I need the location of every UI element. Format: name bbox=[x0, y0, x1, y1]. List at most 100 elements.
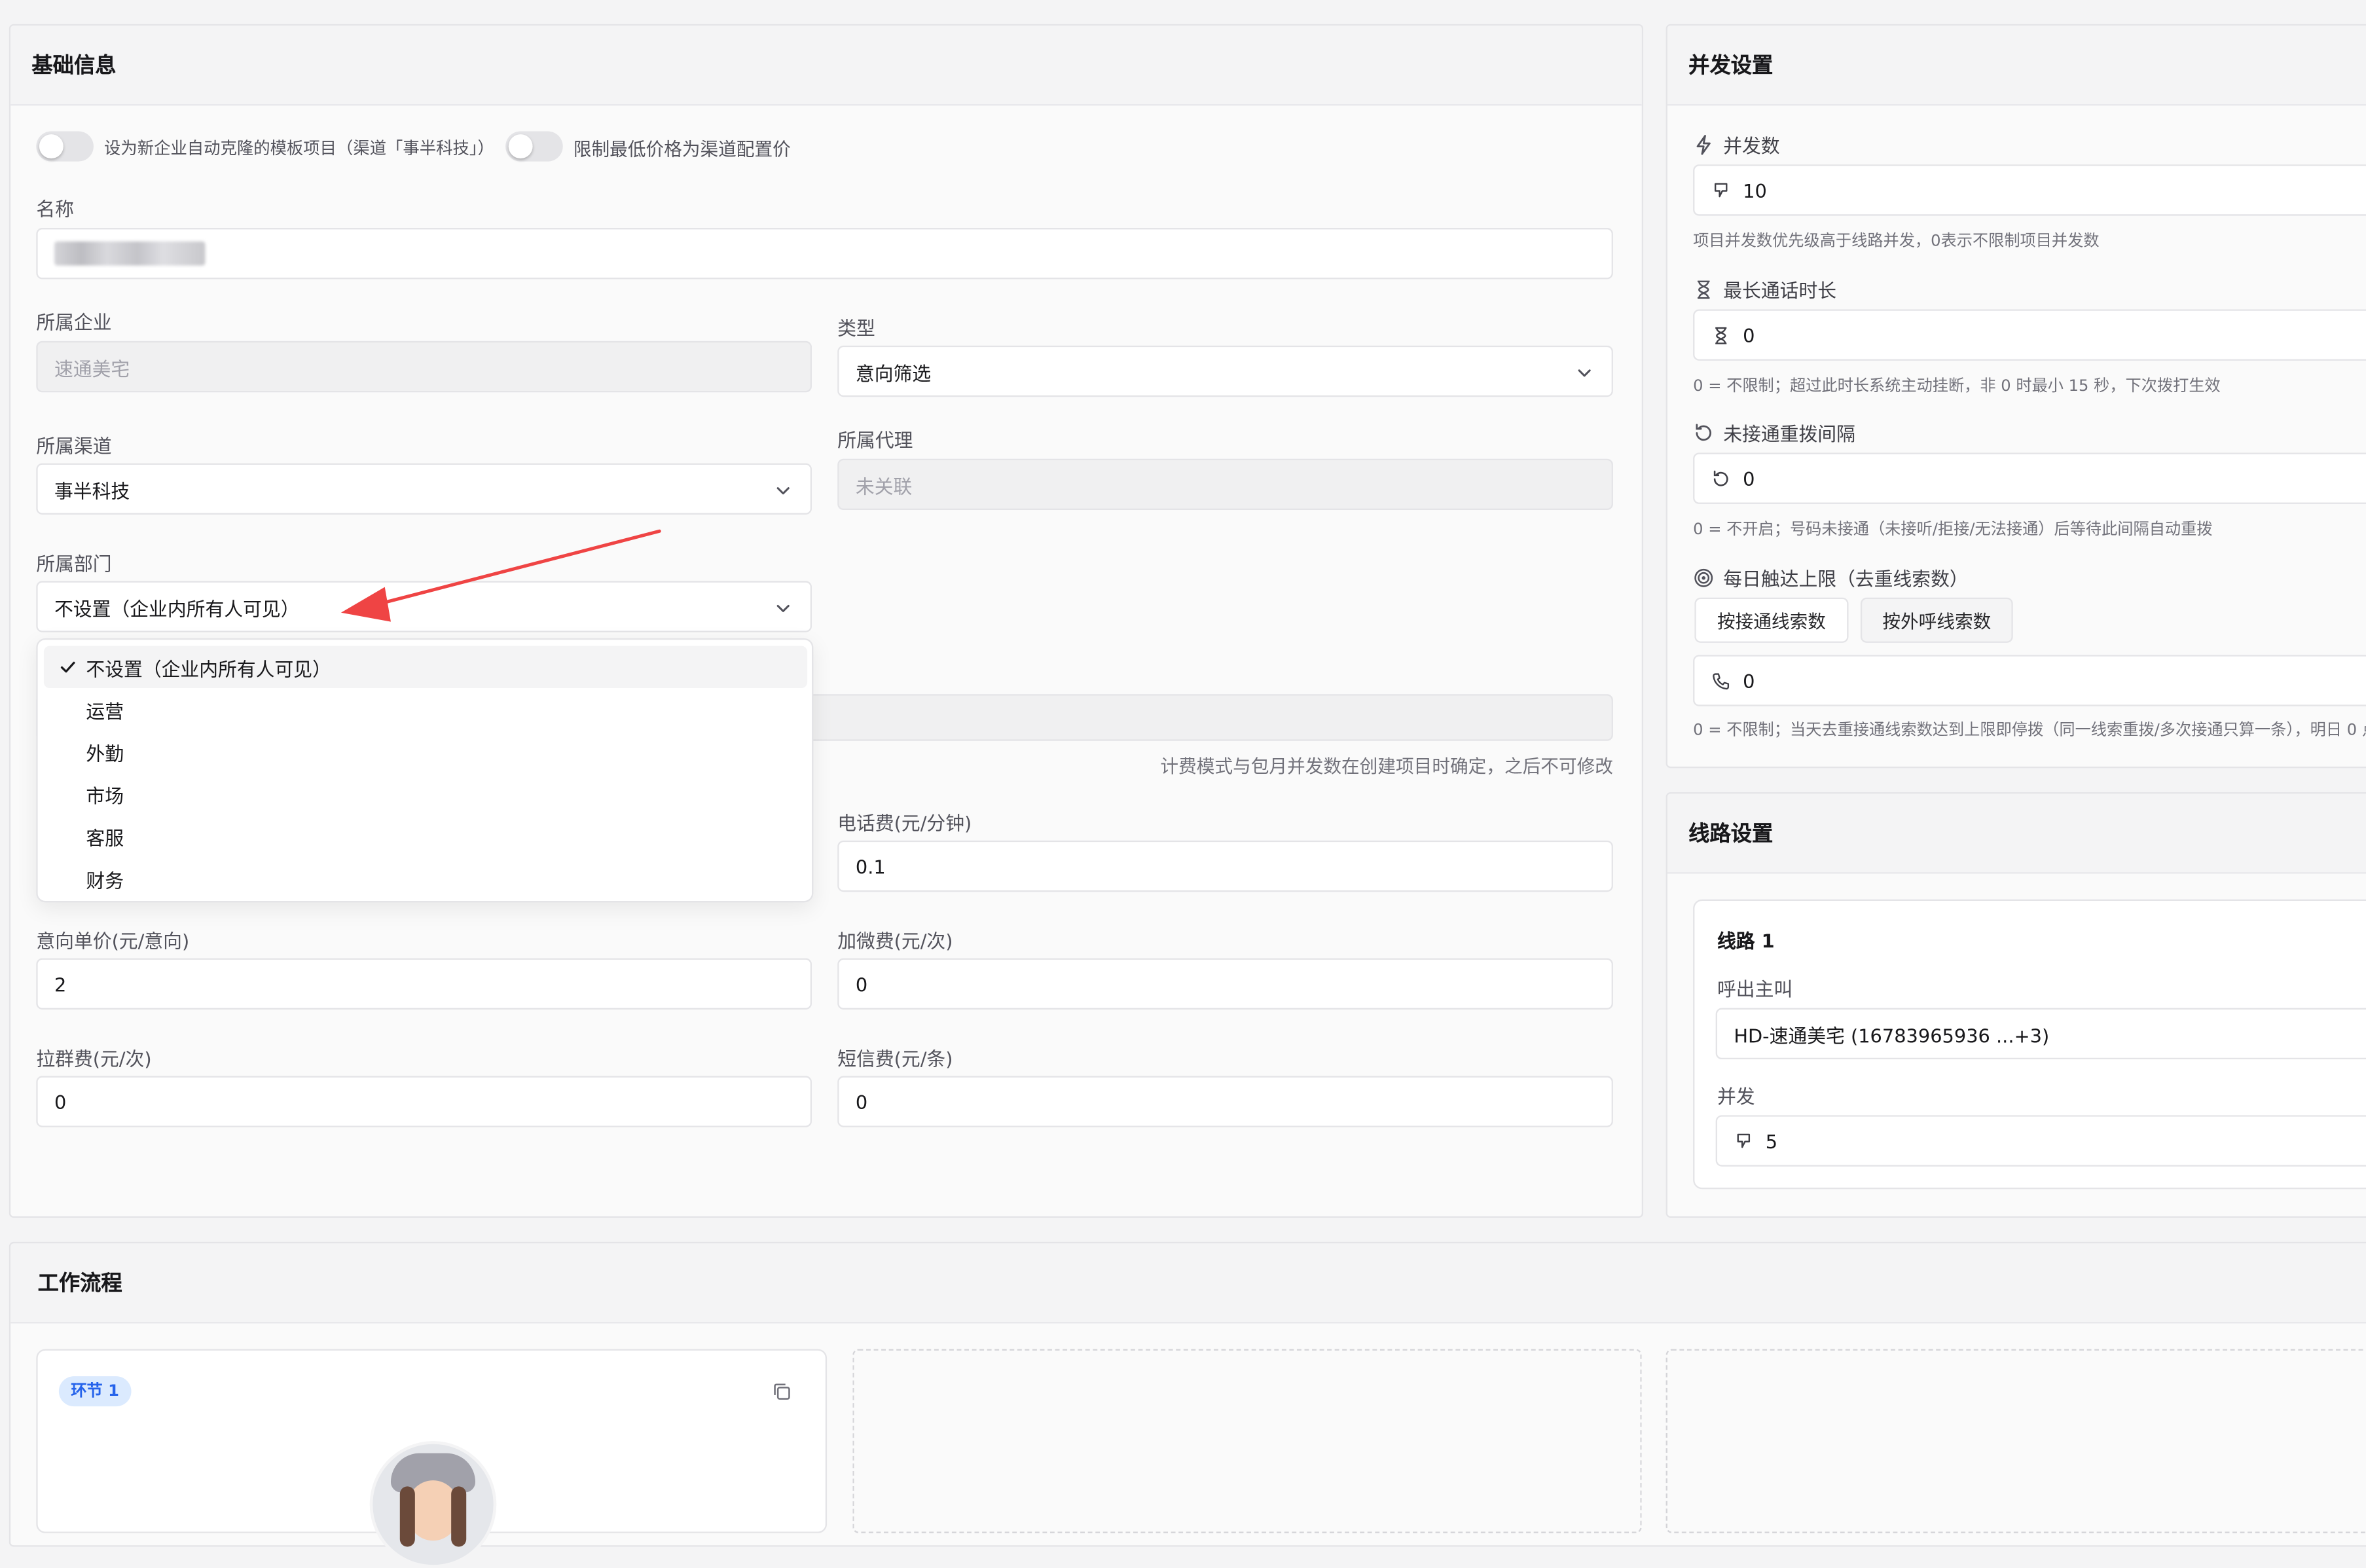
department-option[interactable]: 不设置（企业内所有人可见） bbox=[43, 646, 808, 689]
max-duration-hint: 0 = 不限制；超过此时长系统主动挂断，非 0 时最小 15 秒，下次拨打生效 bbox=[1693, 377, 2221, 395]
department-option[interactable]: 客服 bbox=[44, 815, 807, 858]
channel-value: 事半科技 bbox=[54, 479, 130, 502]
hourglass-icon bbox=[1698, 280, 1710, 299]
wechat-fee-label: 加微费(元/次) bbox=[837, 929, 953, 953]
concurrency-field-icon bbox=[1737, 1133, 1751, 1148]
channel-label: 所属渠道 bbox=[36, 434, 112, 458]
by-connected-button[interactable]: 按接通线索数 bbox=[1694, 597, 1849, 643]
channel-select[interactable]: 事半科技 bbox=[36, 463, 812, 515]
department-option-label: 不设置（企业内所有人可见） bbox=[86, 657, 331, 680]
intent-price-value: 2 bbox=[54, 972, 67, 996]
by-outbound-button[interactable]: 按外呼线索数 bbox=[1860, 597, 2013, 643]
target-icon bbox=[1694, 568, 1713, 587]
agent-label: 所属代理 bbox=[837, 428, 913, 452]
redial-label: 未接通重拨间隔 bbox=[1723, 422, 1855, 445]
intent-price-label: 意向单价(元/意向) bbox=[36, 929, 190, 953]
caller-label: 呼出主叫 bbox=[1717, 977, 1793, 1001]
department-dropdown-menu: 不设置（企业内所有人可见） 运营 外勤 市场 客服 财务 bbox=[36, 638, 814, 903]
concurrency-label: 并发数 bbox=[1723, 134, 1780, 157]
department-option[interactable]: 运营 bbox=[44, 688, 807, 731]
line-concurrency-label: 并发 bbox=[1717, 1085, 1755, 1108]
phone-fee-value: 0.1 bbox=[855, 854, 886, 878]
department-option[interactable]: 市场 bbox=[44, 773, 807, 815]
caller-value: HD-速通美宅 (16783965936 ...+3) bbox=[1734, 1023, 2050, 1047]
lightning-icon bbox=[1696, 134, 1711, 155]
check-icon bbox=[60, 661, 75, 673]
phone-fee-input[interactable]: 0.1 bbox=[837, 840, 1613, 892]
daily-limit-section: 每日触达上限（去重线索数） bbox=[1693, 563, 1969, 592]
agent-field: 未关联 bbox=[837, 458, 1613, 511]
department-option[interactable]: 外勤 bbox=[44, 731, 807, 773]
enterprise-label: 所属企业 bbox=[36, 310, 112, 334]
department-select[interactable]: 不设置（企业内所有人可见） bbox=[36, 581, 812, 632]
enterprise-field: 速通美宅 bbox=[36, 340, 812, 393]
agent-value: 未关联 bbox=[855, 474, 913, 498]
name-input[interactable] bbox=[36, 228, 1613, 280]
enterprise-value: 速通美宅 bbox=[54, 357, 130, 380]
clone-template-label: 设为新企业自动克隆的模板项目（渠道「事半科技」） bbox=[104, 139, 494, 159]
daily-limit-hint: 0 = 不限制；当天去重接通线索数达到上限即停拨（同一线索重拨/多次接通只算一条… bbox=[1693, 721, 2366, 740]
name-blurred-value bbox=[54, 241, 206, 266]
concurrency-section: 并发数 bbox=[1693, 130, 1780, 158]
hourglass-icon bbox=[1715, 326, 1727, 344]
sms-fee-input[interactable]: 0 bbox=[837, 1076, 1613, 1127]
daily-limit-input[interactable]: 0 bbox=[1693, 655, 2366, 706]
department-label: 所属部门 bbox=[36, 552, 112, 575]
type-select[interactable]: 意向筛选 bbox=[837, 345, 1613, 397]
clone-template-toggle[interactable] bbox=[36, 131, 94, 162]
chevron-down-icon bbox=[1578, 369, 1591, 377]
department-value: 不设置（企业内所有人可见） bbox=[54, 596, 300, 620]
department-option-label: 财务 bbox=[86, 868, 124, 892]
concurrency-input[interactable]: 10 bbox=[1693, 164, 2366, 216]
refresh-icon bbox=[1713, 469, 1728, 486]
sms-fee-value: 0 bbox=[855, 1090, 868, 1113]
max-duration-section: 最长通话时长 bbox=[1693, 274, 1836, 303]
line-settings-title: 线路设置 bbox=[1667, 793, 2366, 874]
group-fee-value: 0 bbox=[54, 1090, 67, 1113]
concurrency-value: 10 bbox=[1743, 179, 1767, 202]
chevron-down-icon bbox=[776, 604, 790, 612]
workflow-title: 工作流程 bbox=[10, 1243, 2366, 1324]
daily-limit-value: 0 bbox=[1743, 669, 1755, 692]
department-option-label: 客服 bbox=[86, 826, 124, 849]
min-price-toggle[interactable] bbox=[505, 131, 563, 162]
phone-fee-label: 电话费(元/分钟) bbox=[837, 812, 972, 835]
chevron-down-icon bbox=[776, 487, 790, 495]
type-label: 类型 bbox=[837, 317, 875, 340]
app-canvas: 基础信息 设为新企业自动克隆的模板项目（渠道「事半科技」） 限制最低价格为渠道配… bbox=[0, 0, 2366, 1568]
line-concurrency-input[interactable]: 5 bbox=[1715, 1115, 2366, 1167]
avatar bbox=[369, 1441, 497, 1568]
billing-note: 计费模式与包月并发数在创建项目时确定，之后不可修改 bbox=[1160, 756, 1613, 778]
sms-fee-label: 短信费(元/条) bbox=[837, 1047, 953, 1070]
redial-value: 0 bbox=[1743, 467, 1755, 490]
department-option-label: 外勤 bbox=[86, 741, 124, 765]
concurrency-hint: 项目并发数优先级高于线路并发，0表示不限制项目并发数 bbox=[1693, 232, 2100, 251]
type-value: 意向筛选 bbox=[855, 361, 932, 384]
concurrency-title: 并发设置 bbox=[1667, 26, 2366, 106]
daily-limit-label: 每日触达上限（去重线索数） bbox=[1723, 567, 1969, 591]
redial-input[interactable]: 0 bbox=[1693, 452, 2366, 504]
redial-hint: 0 = 不开启；号码未接通（未接听/拒接/无法接通）后等待此间隔自动重拨 bbox=[1693, 520, 2213, 539]
redial-section: 未接通重拨间隔 bbox=[1693, 418, 1855, 447]
max-duration-input[interactable]: 0 bbox=[1693, 309, 2366, 361]
copy-icon[interactable] bbox=[771, 1381, 792, 1402]
max-duration-label: 最长通话时长 bbox=[1723, 279, 1837, 302]
name-label: 名称 bbox=[36, 197, 74, 221]
department-option-label: 运营 bbox=[86, 699, 124, 722]
concurrency-field-icon bbox=[1715, 182, 1728, 197]
caller-select[interactable]: HD-速通美宅 (16783965936 ...+3) bbox=[1715, 1008, 2366, 1060]
group-fee-label: 拉群费(元/次) bbox=[36, 1047, 152, 1070]
basic-info-title: 基础信息 bbox=[10, 26, 1642, 106]
department-option-label: 市场 bbox=[86, 784, 124, 807]
wechat-fee-input[interactable]: 0 bbox=[837, 958, 1613, 1010]
line-title: 线路 1 bbox=[1717, 929, 1775, 953]
max-duration-value: 0 bbox=[1743, 323, 1755, 346]
refresh-icon bbox=[1696, 423, 1711, 440]
department-option[interactable]: 财务 bbox=[44, 857, 807, 900]
step-badge: 环节 1 bbox=[58, 1376, 132, 1407]
wechat-fee-value: 0 bbox=[855, 972, 868, 996]
group-fee-input[interactable]: 0 bbox=[36, 1076, 812, 1127]
intent-price-input[interactable]: 2 bbox=[36, 958, 812, 1010]
phone-icon bbox=[1713, 672, 1730, 689]
min-price-label: 限制最低价格为渠道配置价 bbox=[573, 139, 791, 160]
